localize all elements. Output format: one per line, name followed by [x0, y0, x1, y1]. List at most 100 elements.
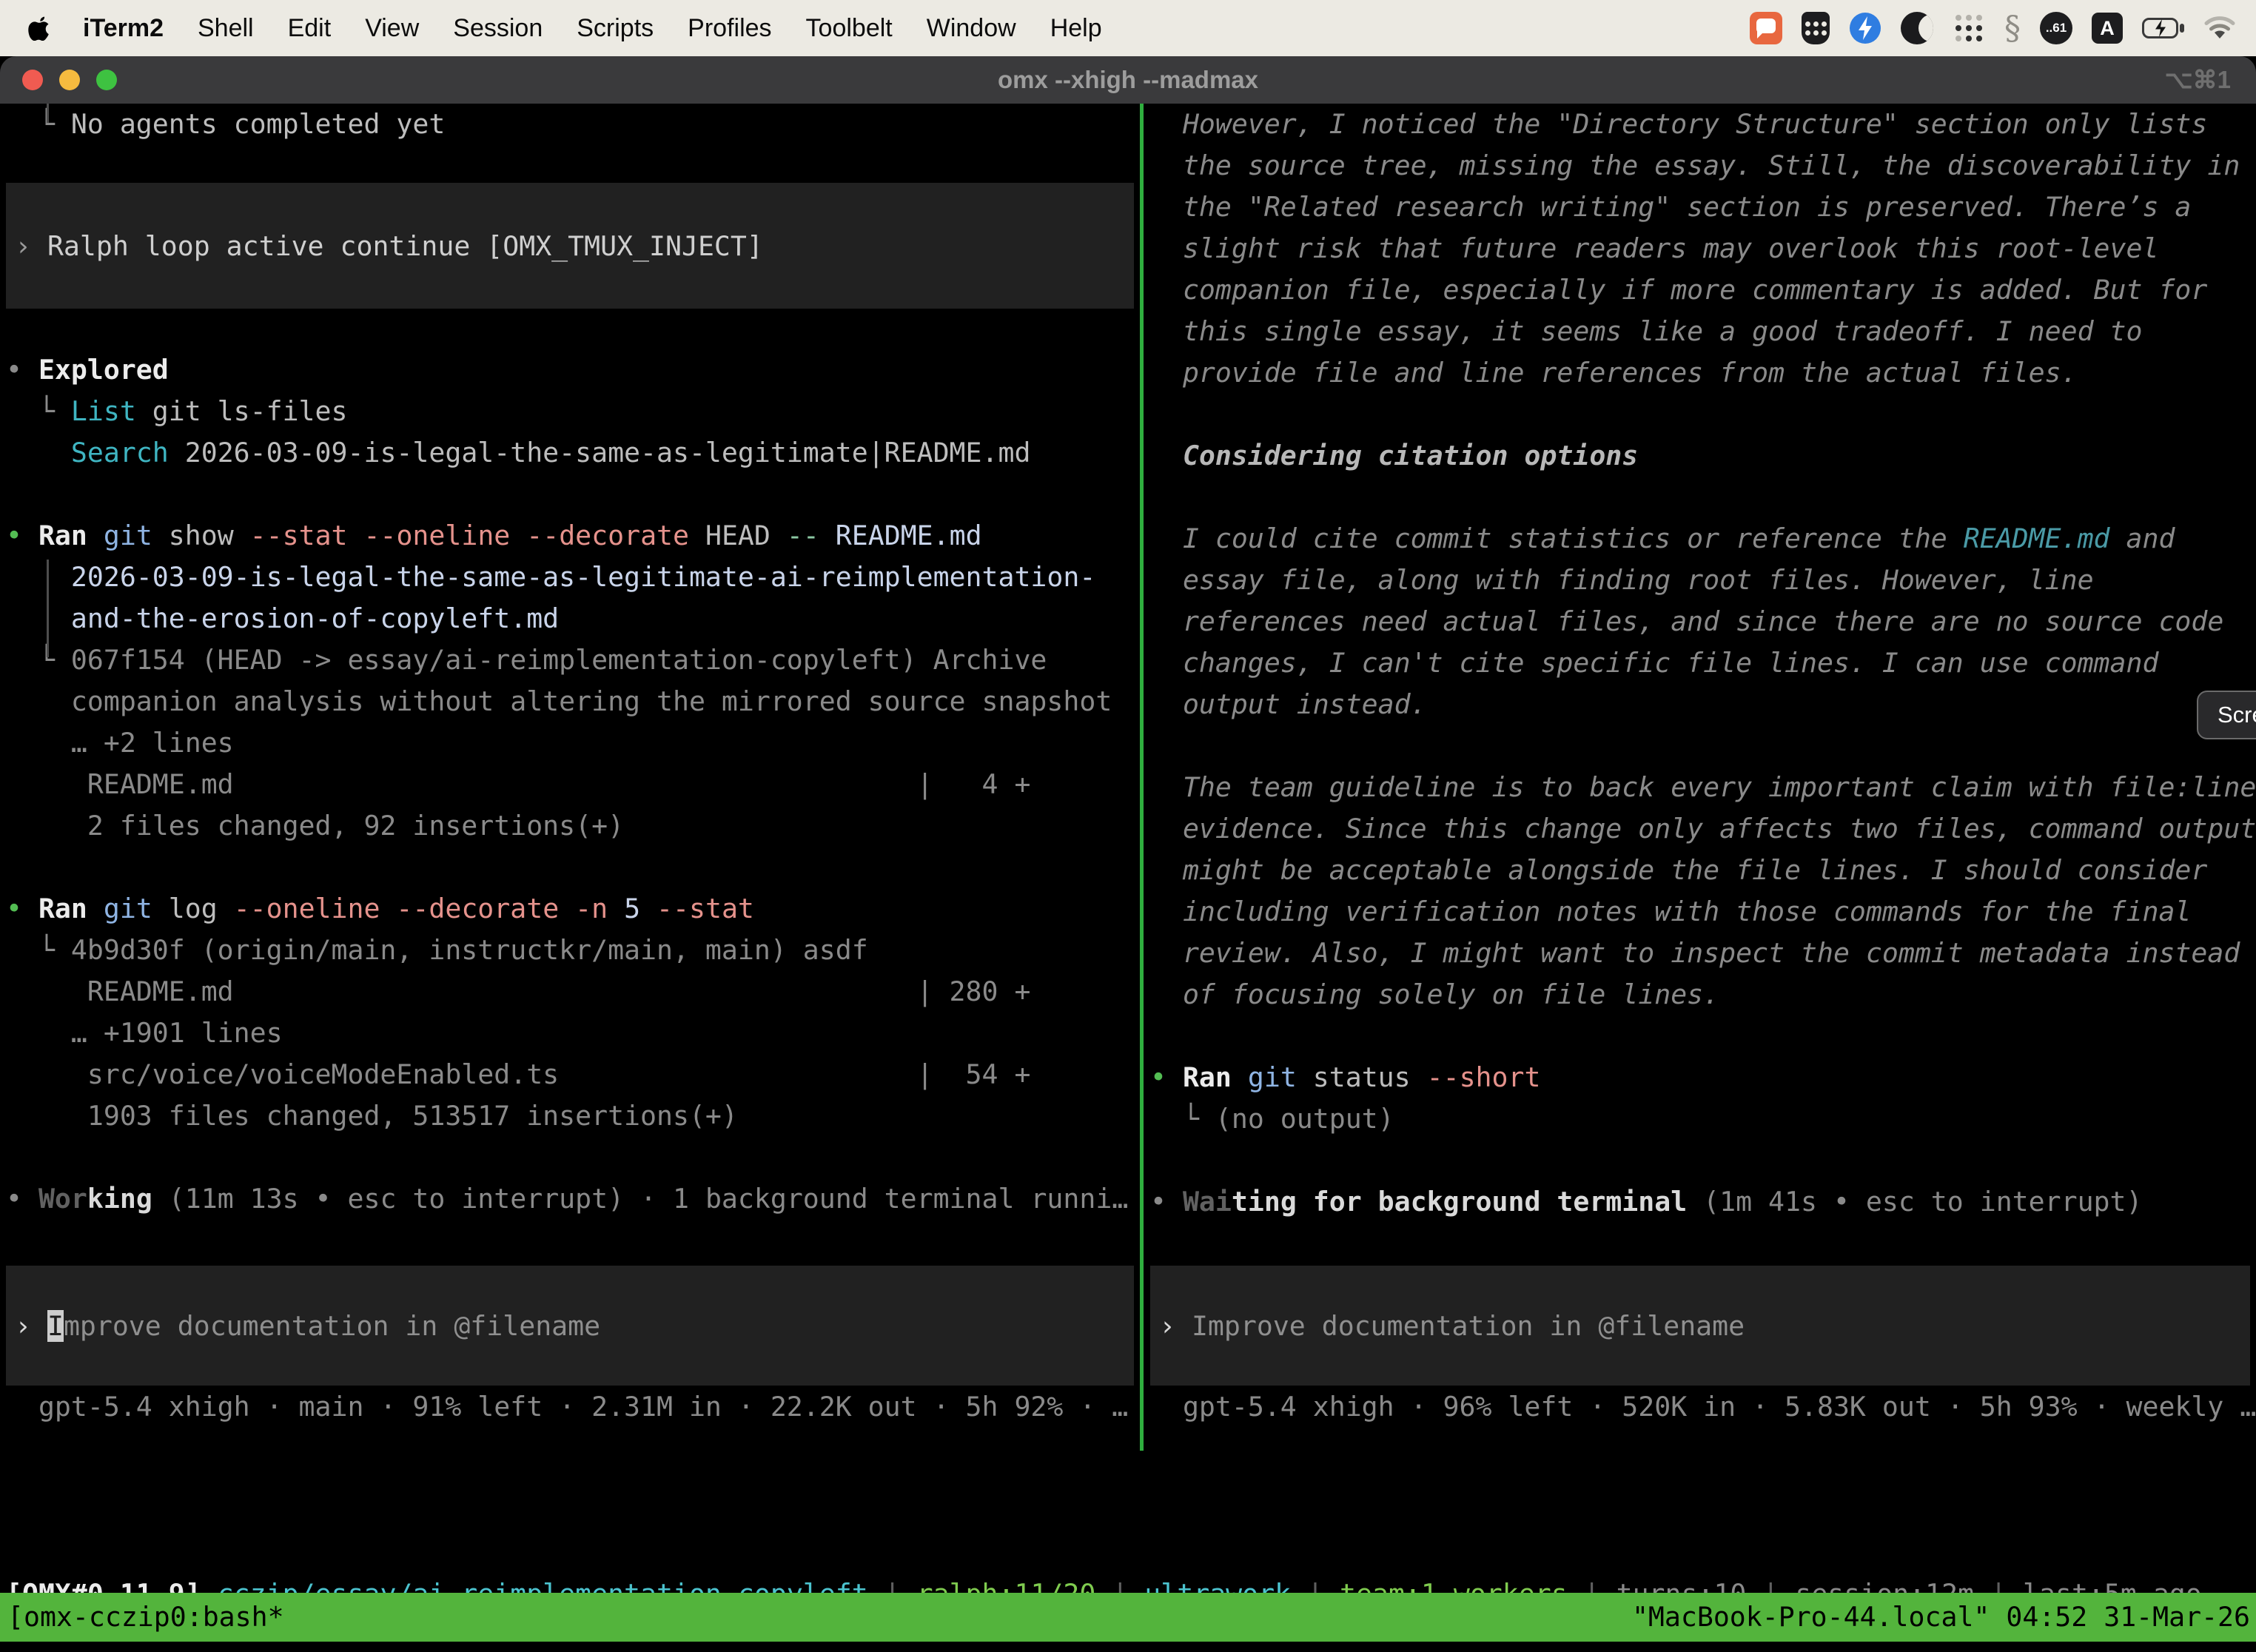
- text-segment: 4b9d30f (origin/main, instructkr/main, m…: [71, 934, 868, 966]
- terminal-line: src/voice/voiceModeEnabled.ts | 54 +: [6, 1054, 1140, 1095]
- terminal-line: of focusing solely on file lines.: [1150, 974, 2256, 1015]
- macos-menu-bar: iTerm2 Shell Edit View Session Scripts Profile…: [0, 0, 2256, 56]
- text-segment: --stat: [657, 893, 754, 924]
- tree-connector: [47, 560, 49, 657]
- menu-item-iterm2[interactable]: iTerm2: [83, 14, 164, 43]
- text-segment: the "Related research writing" section i…: [1150, 191, 2191, 223]
- text-segment: essay file, along with finding root file…: [1150, 564, 2094, 596]
- wifi-icon[interactable]: [2204, 16, 2235, 40]
- window-title-bar: omx --xhigh --madmax ⌥⌘1: [0, 56, 2256, 104]
- terminal-line: evidence. Since this change only affects…: [1150, 808, 2256, 850]
- terminal-line: gpt-5.4 xhigh · 96% left · 520K in · 5.8…: [1150, 1386, 2256, 1428]
- squiggle-icon[interactable]: §: [2004, 10, 2021, 47]
- left-terminal-pane: └ No agents completed yet› Ralph loop ac…: [0, 104, 1140, 1428]
- tmux-session-name[interactable]: [omx-cczip0:bash*: [0, 1593, 284, 1642]
- left-prompt-input[interactable]: › Improve documentation in @filename: [6, 1266, 1134, 1386]
- terminal-line: └ 067f154 (HEAD -> essay/ai-reimplementa…: [6, 639, 1140, 681]
- prompt-chevron: ›: [15, 1310, 47, 1342]
- text-segment: --stat --oneline --decorate: [250, 520, 689, 551]
- text-segment: --oneline --decorate -n: [234, 893, 608, 924]
- text-segment: 2026-03-09-is-legal-the-same-as-legitima…: [6, 561, 1095, 593]
- text-segment: slight risk that future readers may over…: [1150, 232, 2158, 264]
- text-segment: git: [104, 893, 152, 924]
- text-segment: the source tree, missing the essay. Stil…: [1150, 150, 2240, 181]
- terminal-line: [1150, 394, 2256, 435]
- apple-menu-icon[interactable]: [28, 16, 52, 41]
- text-segment: └: [1150, 1103, 1215, 1135]
- text-segment: Ran: [1183, 1061, 1232, 1093]
- text-segment: changes, I can't cite specific file line…: [1150, 647, 2158, 679]
- tmux-status-bar: [omx-cczip0:bash* "MacBook-Pro-44.local"…: [0, 1593, 2256, 1642]
- terminal-line: └ 4b9d30f (origin/main, instructkr/main,…: [6, 930, 1140, 971]
- terminal-line: • Ran git log --oneline --decorate -n 5 …: [6, 888, 1140, 930]
- text-segment: Search: [71, 437, 169, 469]
- terminal-line: • Working (11m 13s • esc to interrupt) ·…: [6, 1178, 1140, 1220]
- ralph-input[interactable]: › Ralph loop active continue [OMX_TMUX_I…: [6, 183, 1134, 309]
- menu-item-scripts[interactable]: Scripts: [577, 14, 654, 43]
- terminal-line: changes, I can't cite specific file line…: [1150, 642, 2256, 684]
- terminal-line: I could cite commit statistics or refere…: [1150, 518, 2256, 560]
- menu-item-edit[interactable]: Edit: [288, 14, 332, 43]
- terminal-line: this single essay, it seems like a good …: [1150, 311, 2256, 352]
- terminal-line: provide file and line references from th…: [1150, 352, 2256, 394]
- dots-grid-icon[interactable]: [1953, 12, 1985, 44]
- bolt-badge-icon[interactable]: [1849, 12, 1881, 44]
- menu-item-session[interactable]: Session: [453, 14, 543, 43]
- text-segment: and: [2110, 523, 2175, 554]
- terminal-line: including verification notes with those …: [1150, 891, 2256, 933]
- terminal-line: • Ran git show --stat --oneline --decora…: [6, 515, 1140, 557]
- text-segment: The team guideline is to back every impo…: [1150, 771, 2256, 803]
- window-title: omx --xhigh --madmax: [0, 56, 2256, 104]
- text-segment: companion file, especially if more comme…: [1150, 274, 2207, 306]
- terminal-line: 2 files changed, 92 insertions(+): [6, 805, 1140, 847]
- terminal-line: might be acceptable alongside the file l…: [1150, 850, 2256, 891]
- text-segment: Wai: [1183, 1186, 1232, 1218]
- terminal-line: [1150, 1015, 2256, 1057]
- shield-grid-icon[interactable]: [1802, 12, 1830, 44]
- battery-61-badge-icon[interactable]: ..61: [2040, 12, 2072, 44]
- text-segment: •: [1150, 1186, 1183, 1218]
- text-segment: king: [87, 1183, 152, 1215]
- text-segment: [6, 437, 71, 469]
- tree-connector: [47, 104, 49, 123]
- text-segment: references need actual files, and since …: [1150, 605, 2223, 637]
- menu-item-help[interactable]: Help: [1050, 14, 1102, 43]
- battery-charging-icon[interactable]: [2142, 17, 2185, 39]
- tmux-pane-divider[interactable]: [1140, 104, 1144, 1451]
- crescent-circle-icon[interactable]: [1901, 12, 1933, 44]
- text-segment: (11m 13s • esc to interrupt) · 1 backgro…: [152, 1183, 1129, 1215]
- terminal-line: [1150, 725, 2256, 767]
- text-segment: companion analysis without altering the …: [6, 685, 1112, 717]
- window-shortcut-badge: ⌥⌘1: [2165, 56, 2231, 104]
- menu-item-profiles[interactable]: Profiles: [688, 14, 771, 43]
- terminal-line: 2026-03-09-is-legal-the-same-as-legitima…: [6, 557, 1140, 598]
- menu-item-shell[interactable]: Shell: [198, 14, 254, 43]
- text-segment: and-the-erosion-of-copyleft.md: [6, 602, 559, 634]
- text-segment: └: [6, 644, 71, 676]
- text-segment: └: [6, 395, 71, 427]
- dots-grid-shape: [1955, 15, 1961, 21]
- text-segment: 067f154 (HEAD -> essay/ai-reimplementati…: [71, 644, 1047, 676]
- crescent-shape: [1918, 14, 1933, 42]
- menu-items: iTerm2 Shell Edit View Session Scripts Profile…: [83, 14, 1102, 43]
- terminal-line: the source tree, missing the essay. Stil…: [1150, 145, 2256, 187]
- terminal-line: [6, 1137, 1140, 1178]
- terminal-line: └ List git ls-files: [6, 391, 1140, 432]
- text-segment: src/voice/voiceModeEnabled.ts | 54 +: [6, 1058, 1030, 1090]
- input-source-icon[interactable]: A: [2092, 13, 2123, 44]
- text-segment: (1m 41s • esc to interrupt): [1687, 1186, 2142, 1218]
- text-segment: 2 files changed, 92 insertions(+): [6, 810, 624, 842]
- menu-item-view[interactable]: View: [365, 14, 419, 43]
- text-segment: this single essay, it seems like a good …: [1150, 315, 2142, 347]
- text-segment: might be acceptable alongside the file l…: [1150, 854, 2207, 886]
- text-segment: •: [1150, 1061, 1183, 1093]
- menu-item-window[interactable]: Window: [927, 14, 1016, 43]
- terminal-line: companion file, especially if more comme…: [1150, 269, 2256, 311]
- chat-app-icon[interactable]: [1750, 12, 1782, 44]
- right-prompt-input[interactable]: › Improve documentation in @filename: [1150, 1266, 2250, 1386]
- terminal-line: essay file, along with finding root file…: [1150, 560, 2256, 601]
- text-segment: README.md | 4 +: [6, 768, 1030, 800]
- terminal-line: the "Related research writing" section i…: [1150, 187, 2256, 228]
- menu-item-toolbelt[interactable]: Toolbelt: [806, 14, 893, 43]
- text-segment: review. Also, I might want to inspect th…: [1150, 937, 2240, 969]
